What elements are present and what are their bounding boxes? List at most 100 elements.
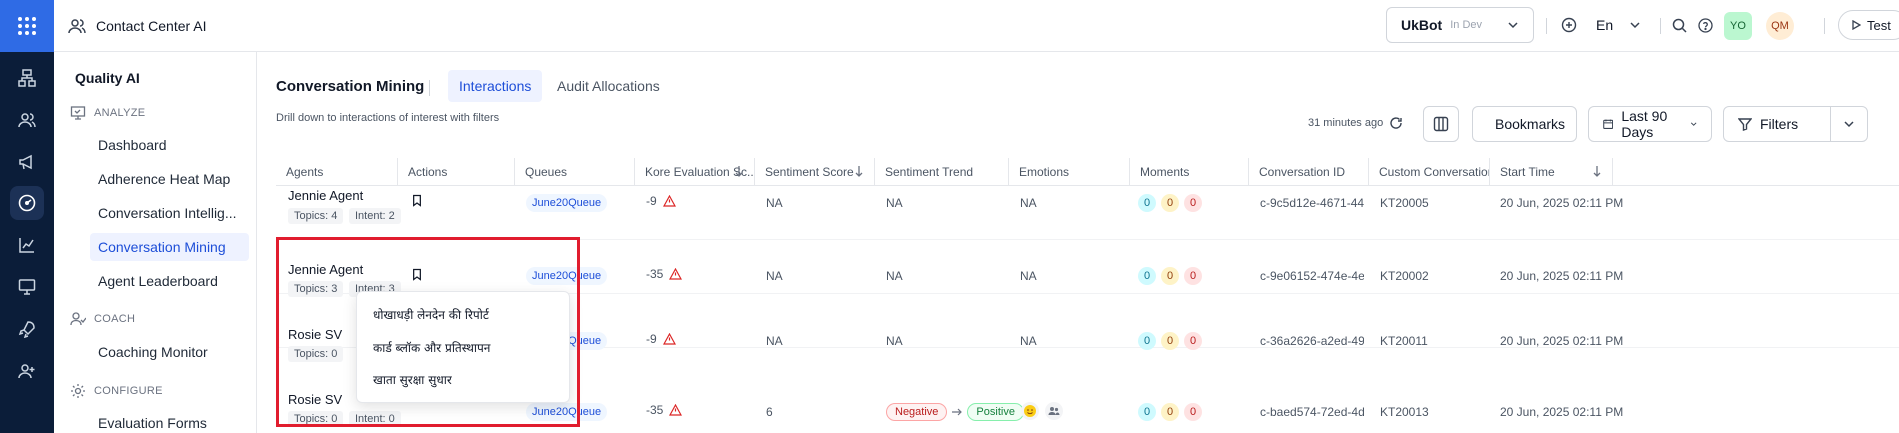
sentiment-score: NA xyxy=(766,269,783,283)
column-actions: Actions xyxy=(398,158,515,186)
column-custom-conversation-id[interactable]: Custom Conversation ... xyxy=(1369,158,1490,186)
rail-quality-button[interactable] xyxy=(0,183,54,223)
rail-add-user-button[interactable] xyxy=(0,351,54,391)
chevron-down-icon xyxy=(1508,22,1518,29)
agent-name: Rosie SV xyxy=(288,392,343,407)
people-icon xyxy=(1045,402,1063,420)
sidebar-item-adherence-heat-map[interactable]: Adherence Heat Map xyxy=(90,165,249,193)
date-range-select[interactable]: Last 90 Days xyxy=(1588,106,1712,142)
intent-badge[interactable]: Intent: 0 xyxy=(349,411,401,427)
moments: 0 0 0 xyxy=(1138,194,1202,212)
topics-badge[interactable]: Topics: 4 xyxy=(288,208,344,224)
arrow-right-icon xyxy=(952,408,963,416)
tab-audit-allocations[interactable]: Audit Allocations xyxy=(546,70,671,102)
columns-button[interactable] xyxy=(1423,106,1459,142)
top-bar: Contact Center AI UkBot In Dev En YO QM … xyxy=(54,0,1899,52)
sidebar-item-conversation-intelligence[interactable]: Conversation Intellig... xyxy=(90,199,249,227)
user-avatar[interactable]: QM xyxy=(1766,12,1794,40)
conversation-id[interactable]: c-baed574-72ed-4d7... xyxy=(1260,405,1364,419)
column-sentiment-trend[interactable]: Sentiment Trend xyxy=(875,158,1009,186)
users-icon xyxy=(18,113,36,128)
bookmark-action[interactable] xyxy=(412,194,422,207)
sort-arrow-icon xyxy=(855,166,863,177)
sidebar-item-dashboard[interactable]: Dashboard xyxy=(90,131,249,159)
start-time: 20 Jun, 2025 02:11 PM xyxy=(1500,334,1624,348)
chevron-down-icon xyxy=(1630,22,1640,29)
table-row[interactable]: Jennie Agent Topics: 3 Intent: 3 June20Q… xyxy=(276,240,1899,297)
topic-item: कार्ड ब्लॉक और प्रतिस्थापन xyxy=(373,341,491,355)
column-kore-evaluation-score[interactable]: Kore Evaluation Sc... xyxy=(635,158,755,186)
sentiment-score: NA xyxy=(766,196,783,210)
custom-conversation-id: KT20005 xyxy=(1380,196,1429,210)
rail-analytics-button[interactable] xyxy=(0,225,54,265)
rail-flow-button[interactable] xyxy=(0,58,54,98)
search-button[interactable] xyxy=(1668,14,1690,36)
column-agents[interactable]: Agents xyxy=(276,158,398,186)
add-button[interactable] xyxy=(1558,14,1580,36)
emotions: NA xyxy=(1020,269,1037,283)
sidebar-item-evaluation-forms[interactable]: Evaluation Forms xyxy=(90,409,249,433)
conversation-id[interactable]: c-9e06152-474e-4ea... xyxy=(1260,269,1364,283)
plus-circle-icon xyxy=(1561,17,1577,33)
section-coach: COACH xyxy=(70,310,135,328)
column-sentiment-score[interactable]: Sentiment Score xyxy=(755,158,875,186)
table-row[interactable]: Jennie Agent Topics: 4 Intent: 2 June20Q… xyxy=(276,186,1899,240)
evaluation-score: -9 xyxy=(646,332,676,346)
moments: 0 0 0 xyxy=(1138,403,1202,421)
queue-badge: June20Queue xyxy=(526,267,608,285)
column-queues[interactable]: Queues xyxy=(515,158,635,186)
app-rail xyxy=(0,0,54,433)
rail-users-button[interactable] xyxy=(0,100,54,140)
chevron-down-icon xyxy=(1844,121,1854,128)
bot-name: UkBot xyxy=(1401,17,1443,33)
section-configure: CONFIGURE xyxy=(70,382,163,400)
side-nav: Quality AI ANALYZE Dashboard Adherence H… xyxy=(54,52,257,433)
app-title-text: Contact Center AI xyxy=(96,18,207,34)
conversation-id[interactable]: c-9c5d12e-4671-444... xyxy=(1260,196,1364,210)
intent-badge[interactable]: Intent: 2 xyxy=(349,208,401,224)
filters-button[interactable]: Filters xyxy=(1723,106,1831,142)
smiley-icon xyxy=(1021,402,1039,420)
agent-name: Rosie SV xyxy=(288,327,343,342)
trend-from-badge: Negative xyxy=(886,403,948,421)
bookmarks-button[interactable]: Bookmarks xyxy=(1472,106,1577,142)
play-icon xyxy=(1852,20,1861,30)
conversation-id[interactable]: c-36a2626-a2ed-49d... xyxy=(1260,334,1364,348)
sidebar-item-agent-leaderboard[interactable]: Agent Leaderboard xyxy=(90,267,249,295)
topics-badge[interactable]: Topics: 0 xyxy=(288,411,344,427)
sidebar-item-conversation-mining[interactable]: Conversation Mining xyxy=(90,233,249,261)
start-time: 20 Jun, 2025 02:11 PM xyxy=(1500,196,1624,210)
presentation-icon xyxy=(70,106,86,120)
table-header: Agents Actions Queues Kore Evaluation Sc… xyxy=(276,158,1899,186)
rail-campaigns-button[interactable] xyxy=(0,142,54,182)
bookmark-action[interactable] xyxy=(412,268,422,281)
test-button[interactable]: Test xyxy=(1838,10,1899,40)
calendar-icon xyxy=(1603,119,1614,129)
sidebar-item-coaching-monitor[interactable]: Coaching Monitor xyxy=(90,338,249,366)
test-label: Test xyxy=(1867,17,1891,33)
rail-monitor-button[interactable] xyxy=(0,267,54,307)
tab-interactions[interactable]: Interactions xyxy=(448,70,543,102)
emotions: NA xyxy=(1020,196,1037,210)
app-launcher-button[interactable] xyxy=(0,0,54,52)
help-button[interactable] xyxy=(1694,14,1716,36)
column-emotions[interactable]: Emotions xyxy=(1009,158,1130,186)
custom-conversation-id: KT20011 xyxy=(1380,334,1428,348)
add-user-icon xyxy=(18,364,35,379)
last-updated: 31 minutes ago xyxy=(1308,116,1403,130)
sentiment-trend: NA xyxy=(886,196,903,210)
agent-name: Jennie Agent xyxy=(288,262,364,277)
column-start-time[interactable]: Start Time xyxy=(1490,158,1613,186)
queue-badge: June20Queue xyxy=(526,194,608,212)
emotions: NA xyxy=(1020,334,1037,348)
refresh-icon[interactable] xyxy=(1389,116,1403,130)
column-conversation-id[interactable]: Conversation ID xyxy=(1249,158,1369,186)
language-selector[interactable]: En xyxy=(1596,0,1641,50)
column-moments[interactable]: Moments xyxy=(1130,158,1249,186)
line-chart-icon xyxy=(19,238,34,253)
filters-menu-button[interactable] xyxy=(1830,106,1868,142)
rail-deploy-button[interactable] xyxy=(0,309,54,349)
bot-selector[interactable]: UkBot In Dev xyxy=(1386,7,1534,43)
avatar[interactable]: YO xyxy=(1724,12,1752,40)
warning-icon xyxy=(669,268,683,280)
